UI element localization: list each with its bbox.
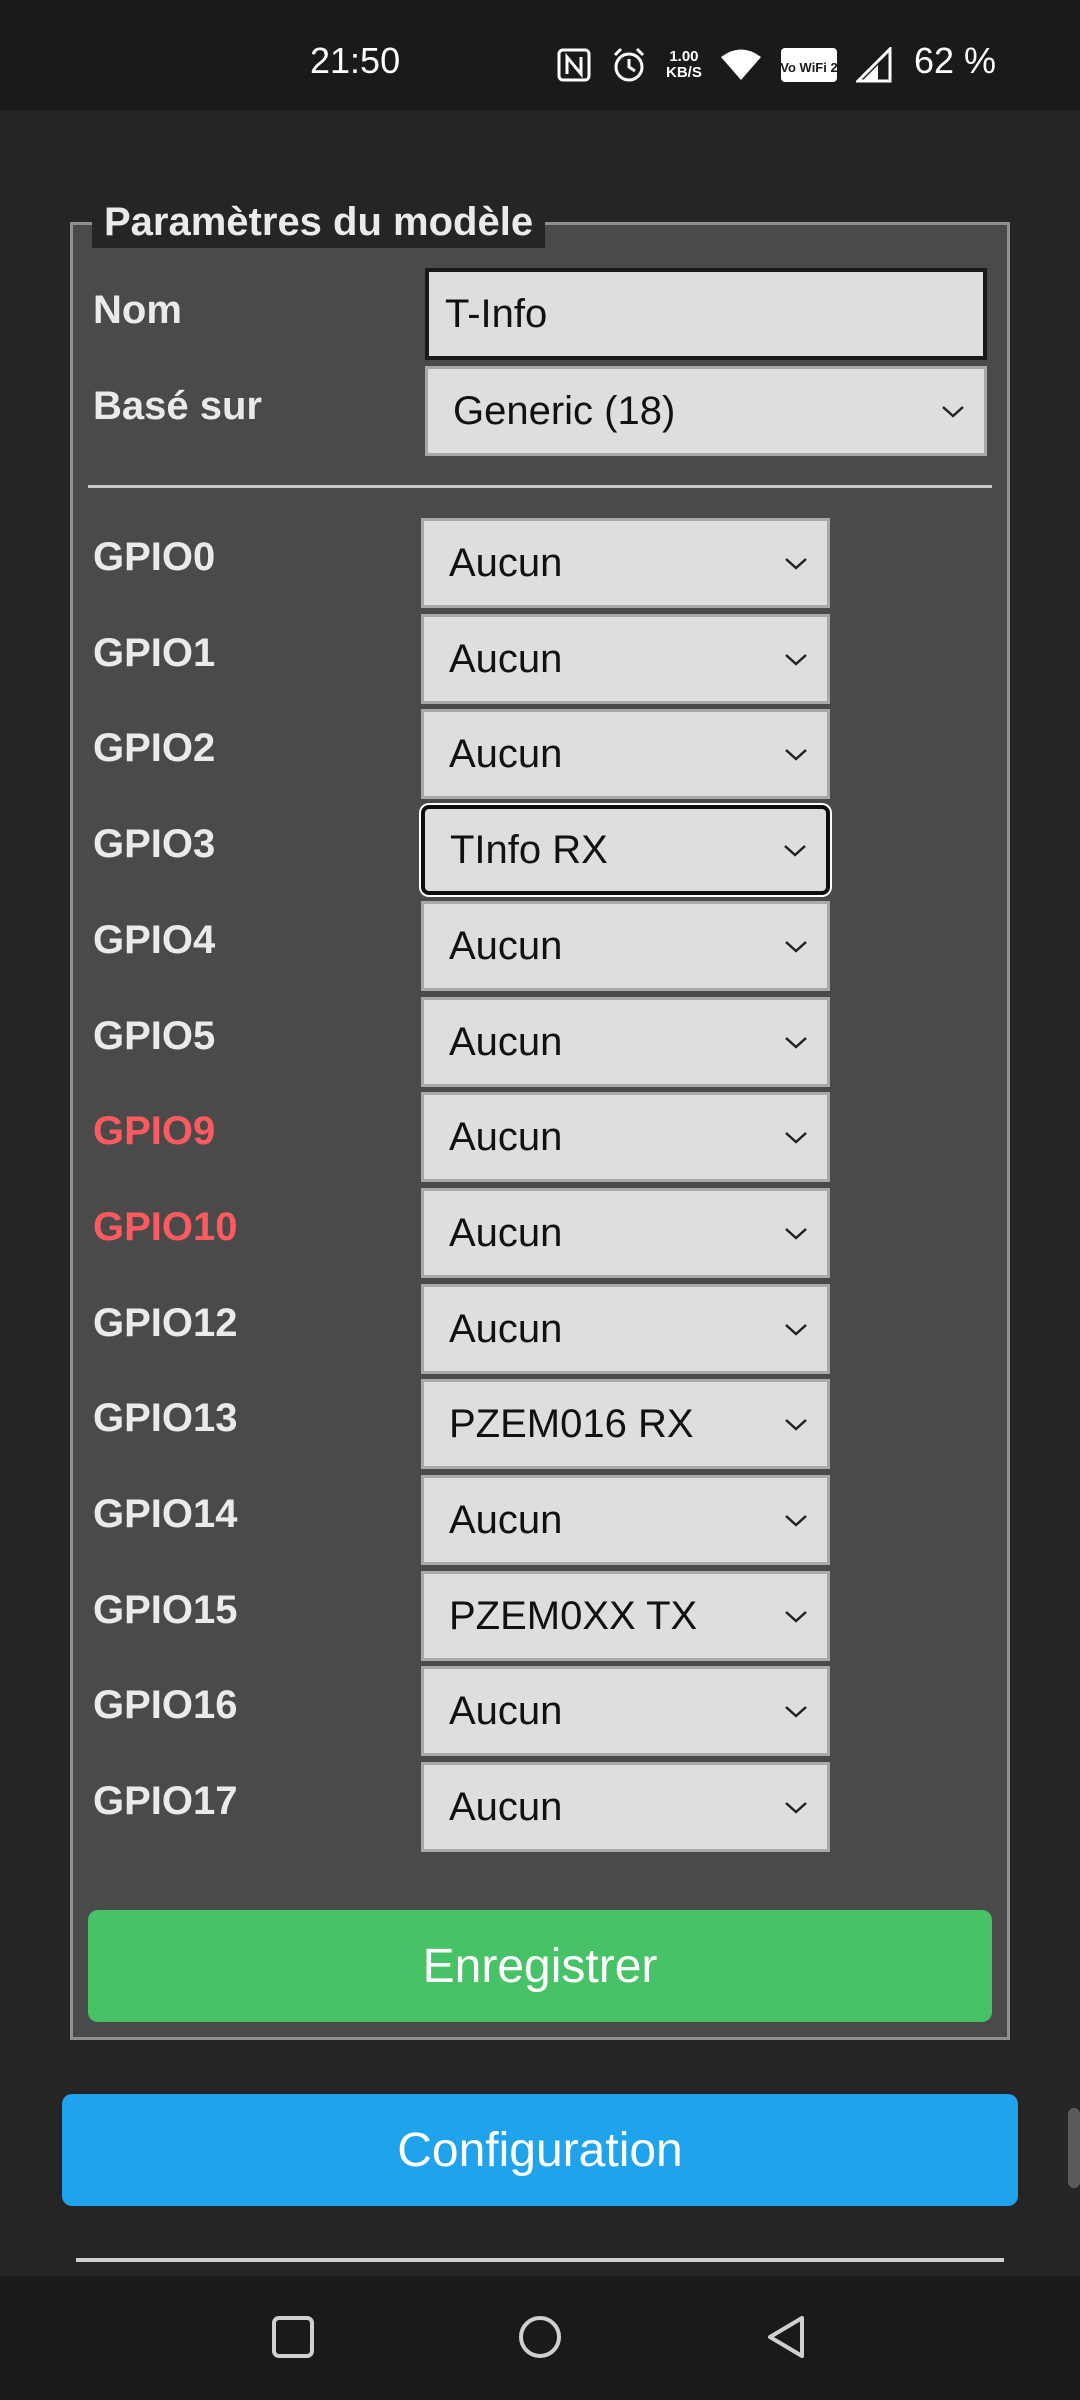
based-on-select[interactable]: Generic (18) [425, 366, 987, 456]
gpio-select-value: Aucun [449, 636, 563, 681]
gpio-label: GPIO16 [93, 1683, 238, 1727]
based-on-label: Basé sur [93, 384, 262, 428]
gpio-select[interactable]: TInfo RX [421, 805, 830, 895]
navigation-bar [0, 2276, 1080, 2400]
network-speed-value: 1.00 [669, 48, 699, 65]
chevron-down-icon [785, 654, 807, 666]
chevron-down-icon [785, 1324, 807, 1336]
status-icons: 1.00 KB/S Vo WiFi 2 [556, 46, 892, 84]
gpio-select-value: TInfo RX [450, 827, 608, 872]
gpio-select-value: Aucun [449, 1688, 563, 1733]
alarm-icon [610, 46, 648, 84]
name-label: Nom [93, 288, 182, 332]
gpio-label: GPIO5 [93, 1014, 216, 1058]
gpio-select-value: Aucun [449, 1784, 563, 1829]
gpio-label: GPIO2 [93, 726, 216, 770]
chevron-down-icon [785, 1419, 807, 1431]
home-button[interactable] [515, 2312, 565, 2367]
gpio-select[interactable]: Aucun [421, 901, 830, 991]
gpio-select-value: Aucun [449, 923, 563, 968]
chevron-down-icon [784, 845, 806, 857]
signal-icon [855, 47, 892, 83]
gpio-select[interactable]: Aucun [421, 709, 830, 799]
gpio-select-value: Aucun [449, 731, 563, 776]
gpio-label: GPIO14 [93, 1492, 238, 1536]
chevron-down-icon [785, 1802, 807, 1814]
divider [88, 485, 992, 488]
gpio-select[interactable]: Aucun [421, 1188, 830, 1278]
gpio-select-value: Aucun [449, 540, 563, 585]
gpio-label: GPIO1 [93, 631, 216, 675]
gpio-select-value: Aucun [449, 1306, 563, 1351]
recents-button[interactable] [268, 2312, 318, 2367]
gpio-select[interactable]: Aucun [421, 518, 830, 608]
gpio-label: GPIO15 [93, 1588, 238, 1632]
gpio-label: GPIO17 [93, 1779, 238, 1823]
chevron-down-icon [942, 406, 964, 418]
vowifi-label: Vo WiFi 2 [780, 60, 837, 75]
name-input[interactable] [425, 268, 987, 360]
battery-percent: 62 % [914, 40, 997, 81]
gpio-select[interactable]: Aucun [421, 1666, 830, 1756]
save-button[interactable]: Enregistrer [88, 1910, 992, 2022]
bottom-divider [76, 2258, 1004, 2262]
chevron-down-icon [785, 558, 807, 570]
gpio-select[interactable]: Aucun [421, 1092, 830, 1182]
fieldset-legend: Paramètres du modèle [92, 196, 546, 248]
chevron-down-icon [785, 1228, 807, 1240]
chevron-down-icon [785, 1037, 807, 1049]
chevron-down-icon [785, 941, 807, 953]
status-bar: 21:50 1.00 KB/S Vo WiFi 2 62 % [0, 0, 1080, 110]
gpio-select-value: Aucun [449, 1114, 563, 1159]
gpio-label: GPIO10 [93, 1205, 238, 1249]
network-speed: 1.00 KB/S [666, 49, 702, 81]
gpio-label: GPIO4 [93, 918, 216, 962]
nfc-icon [556, 47, 592, 83]
gpio-select[interactable]: Aucun [421, 1284, 830, 1374]
gpio-select[interactable]: PZEM0XX TX [421, 1571, 830, 1661]
chevron-down-icon [785, 1132, 807, 1144]
based-on-value: Generic (18) [453, 388, 676, 433]
gpio-select-value: Aucun [449, 1019, 563, 1064]
gpio-select[interactable]: Aucun [421, 997, 830, 1087]
gpio-label: GPIO13 [93, 1396, 238, 1440]
circle-icon [519, 2316, 561, 2358]
chevron-down-icon [785, 1611, 807, 1623]
gpio-label: GPIO12 [93, 1301, 238, 1345]
gpio-select-value: Aucun [449, 1497, 563, 1542]
gpio-select-value: Aucun [449, 1210, 563, 1255]
status-time: 21:50 [310, 40, 401, 81]
gpio-select-value: PZEM016 RX [449, 1401, 694, 1446]
gpio-select[interactable]: PZEM016 RX [421, 1379, 830, 1469]
gpio-select[interactable]: Aucun [421, 614, 830, 704]
gpio-label: GPIO9 [93, 1109, 216, 1153]
wifi-icon [720, 48, 762, 82]
back-triangle-icon [768, 2316, 804, 2358]
chevron-down-icon [785, 1706, 807, 1718]
back-button[interactable] [762, 2312, 812, 2367]
gpio-label: GPIO0 [93, 535, 216, 579]
vowifi-icon: Vo WiFi 2 [780, 47, 838, 83]
chevron-down-icon [785, 1515, 807, 1527]
gpio-label: GPIO3 [93, 822, 216, 866]
chevron-down-icon [785, 749, 807, 761]
configuration-button[interactable]: Configuration [62, 2094, 1018, 2206]
gpio-select-value: PZEM0XX TX [449, 1593, 698, 1638]
network-speed-unit: KB/S [666, 64, 702, 81]
square-icon [272, 2316, 314, 2358]
gpio-select[interactable]: Aucun [421, 1475, 830, 1565]
scrollbar-thumb[interactable] [1068, 2108, 1080, 2188]
gpio-select[interactable]: Aucun [421, 1762, 830, 1852]
